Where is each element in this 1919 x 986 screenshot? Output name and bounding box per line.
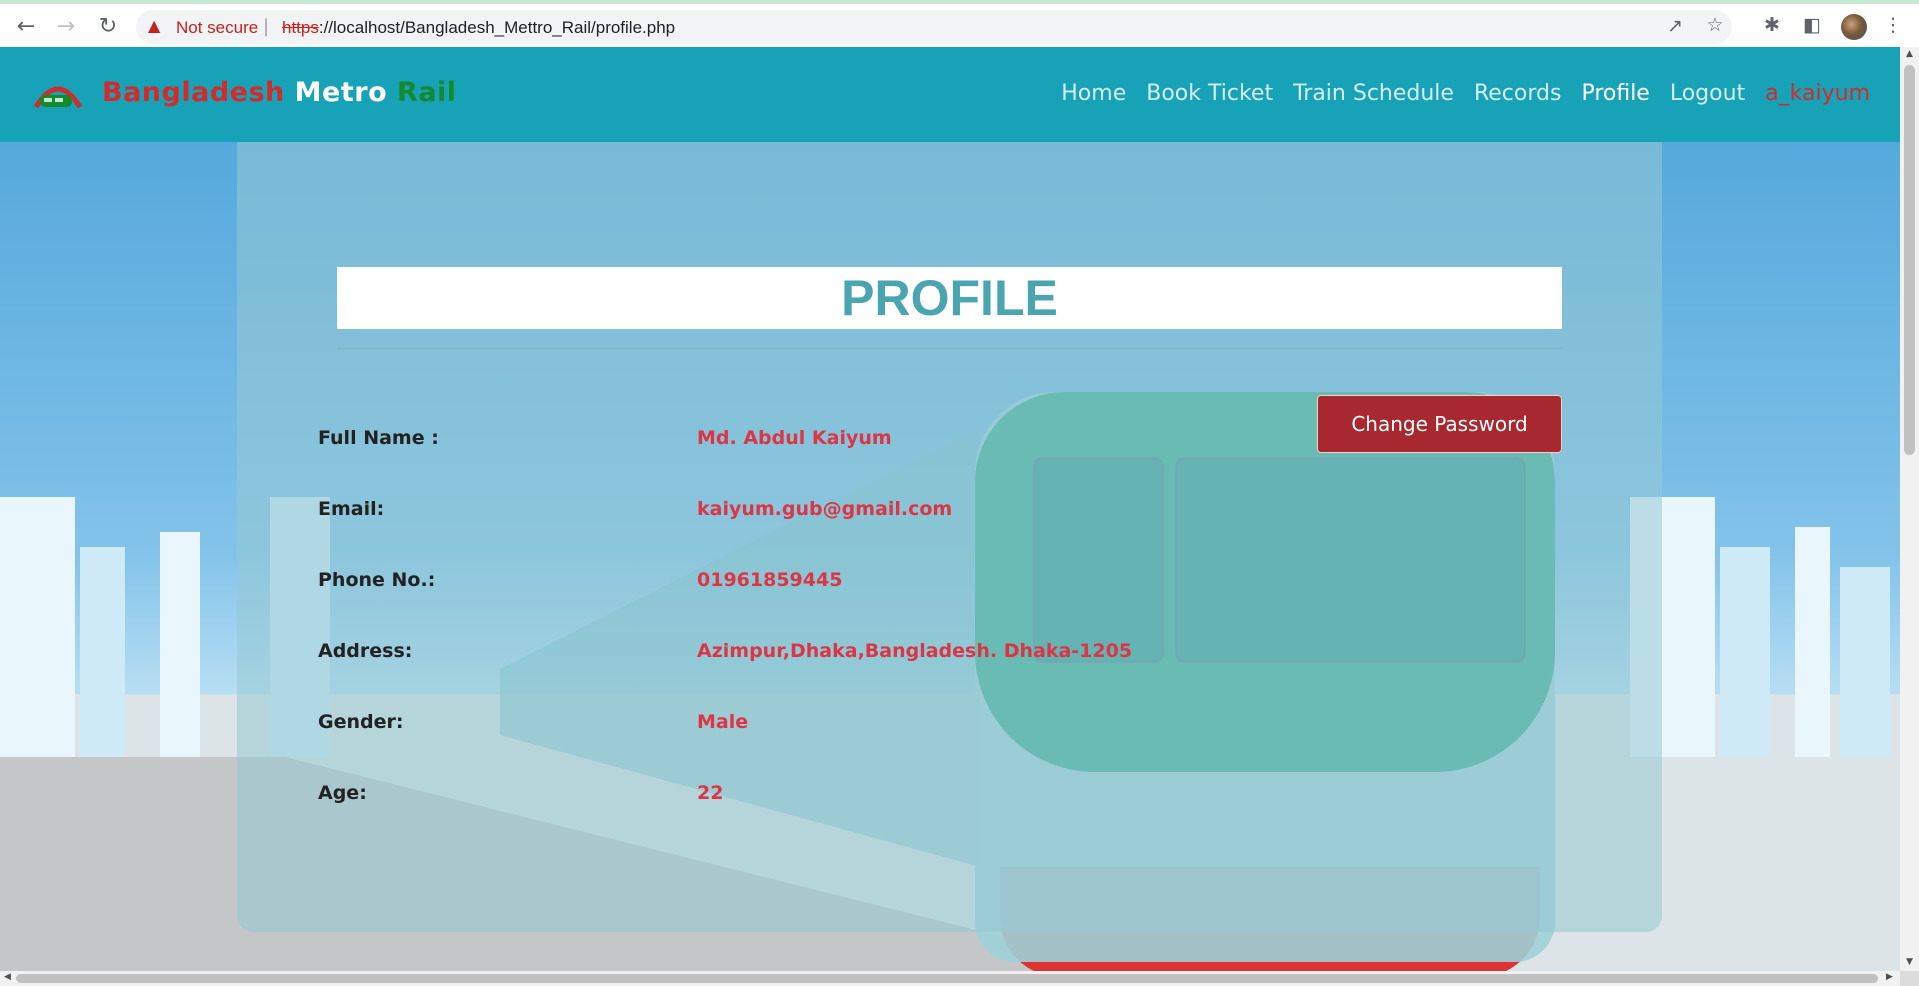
share-icon[interactable]: ↗ bbox=[1662, 15, 1688, 37]
nav-link-home[interactable]: Home bbox=[1061, 81, 1126, 106]
menu-icon[interactable]: ⋮ bbox=[1880, 14, 1906, 36]
profile-title-box: PROFILE bbox=[337, 267, 1562, 329]
address-separator: | bbox=[263, 16, 270, 37]
warning-icon: ▲ bbox=[148, 16, 161, 35]
field-value: Azimpur,Dhaka,Bangladesh. Dhaka-1205 bbox=[697, 640, 1133, 662]
nav-link-book-ticket[interactable]: Book Ticket bbox=[1146, 81, 1273, 106]
profile-row-full-name: Full Name : Md. Abdul Kaiyum bbox=[318, 427, 1418, 457]
background-building bbox=[160, 532, 200, 757]
url-scheme: https bbox=[282, 18, 319, 37]
address-bar[interactable]: ▲ Not secure | https://localhost/Banglad… bbox=[136, 10, 1732, 44]
brand-word-bangladesh: Bangladesh bbox=[102, 77, 285, 108]
nav-menu: Home Book Ticket Train Schedule Records … bbox=[1061, 81, 1870, 106]
field-label: Address: bbox=[318, 640, 413, 662]
background-building bbox=[80, 547, 125, 757]
field-label: Gender: bbox=[318, 711, 404, 733]
browser-toolbar: ← → ↻ ▲ Not secure | https://localhost/B… bbox=[0, 0, 1919, 47]
profile-row-email: Email: kaiyum.gub@gmail.com bbox=[318, 498, 1418, 528]
profile-panel bbox=[237, 142, 1662, 932]
scroll-down-icon[interactable]: ▼ bbox=[1904, 957, 1915, 967]
reload-icon[interactable]: ↻ bbox=[94, 14, 122, 42]
security-label[interactable]: Not secure bbox=[176, 18, 258, 38]
field-value: 22 bbox=[697, 782, 724, 804]
brand-word-rail: Rail bbox=[397, 77, 457, 108]
scrollbar-corner bbox=[1900, 971, 1919, 986]
field-label: Email: bbox=[318, 498, 385, 520]
profile-row-phone: Phone No.: 01961859445 bbox=[318, 569, 1418, 599]
profile-row-age: Age: 22 bbox=[318, 782, 1418, 812]
title-divider bbox=[337, 348, 1562, 349]
nav-link-records[interactable]: Records bbox=[1474, 81, 1561, 106]
scroll-right-icon[interactable]: ▶ bbox=[1886, 972, 1893, 982]
extensions-icon[interactable]: ✱ bbox=[1759, 14, 1785, 36]
scroll-up-icon[interactable]: ▲ bbox=[1904, 49, 1915, 59]
nav-link-profile[interactable]: Profile bbox=[1581, 81, 1649, 106]
scroll-left-icon[interactable]: ◀ bbox=[4, 972, 11, 982]
horizontal-scroll-thumb[interactable] bbox=[16, 974, 1878, 983]
background-building bbox=[1840, 567, 1890, 757]
url-text[interactable]: https://localhost/Bangladesh_Mettro_Rail… bbox=[282, 18, 675, 38]
background-building bbox=[0, 497, 75, 757]
vertical-scrollbar[interactable]: ▲ ▼ bbox=[1900, 47, 1919, 971]
nav-link-train-schedule[interactable]: Train Schedule bbox=[1293, 81, 1454, 106]
forward-icon[interactable]: → bbox=[52, 14, 80, 42]
site-navbar: Bangladesh Metro Rail Home Book Ticket T… bbox=[0, 47, 1900, 142]
site-brand[interactable]: Bangladesh Metro Rail bbox=[102, 77, 457, 108]
brand-word-metro: Metro bbox=[294, 77, 388, 108]
background-building bbox=[1720, 547, 1770, 757]
field-value: kaiyum.gub@gmail.com bbox=[697, 498, 953, 520]
field-label: Phone No.: bbox=[318, 569, 436, 591]
page-viewport: Bangladesh Metro Rail Home Book Ticket T… bbox=[0, 47, 1900, 971]
page-title: PROFILE bbox=[841, 270, 1058, 326]
vertical-scroll-thumb[interactable] bbox=[1904, 65, 1915, 455]
profile-row-address: Address: Azimpur,Dhaka,Bangladesh. Dhaka… bbox=[318, 640, 1418, 670]
background-building bbox=[1795, 527, 1830, 757]
field-value: Md. Abdul Kaiyum bbox=[697, 427, 892, 449]
field-value: Male bbox=[697, 711, 749, 733]
back-icon[interactable]: ← bbox=[12, 14, 40, 42]
nav-link-logout[interactable]: Logout bbox=[1670, 81, 1745, 106]
url-path: ://localhost/Bangladesh_Mettro_Rail/prof… bbox=[318, 18, 676, 37]
horizontal-scrollbar[interactable]: ◀ ▶ bbox=[0, 971, 1900, 986]
nav-link-username[interactable]: a_kaiyum bbox=[1765, 81, 1870, 106]
profile-row-gender: Gender: Male bbox=[318, 711, 1418, 741]
avatar[interactable] bbox=[1841, 14, 1867, 40]
sidepanel-icon[interactable]: ◧ bbox=[1799, 14, 1825, 36]
field-label: Age: bbox=[318, 782, 367, 804]
field-label: Full Name : bbox=[318, 427, 439, 449]
field-value: 01961859445 bbox=[697, 569, 843, 591]
metro-logo-icon[interactable] bbox=[32, 77, 84, 113]
star-icon[interactable]: ☆ bbox=[1702, 14, 1728, 36]
